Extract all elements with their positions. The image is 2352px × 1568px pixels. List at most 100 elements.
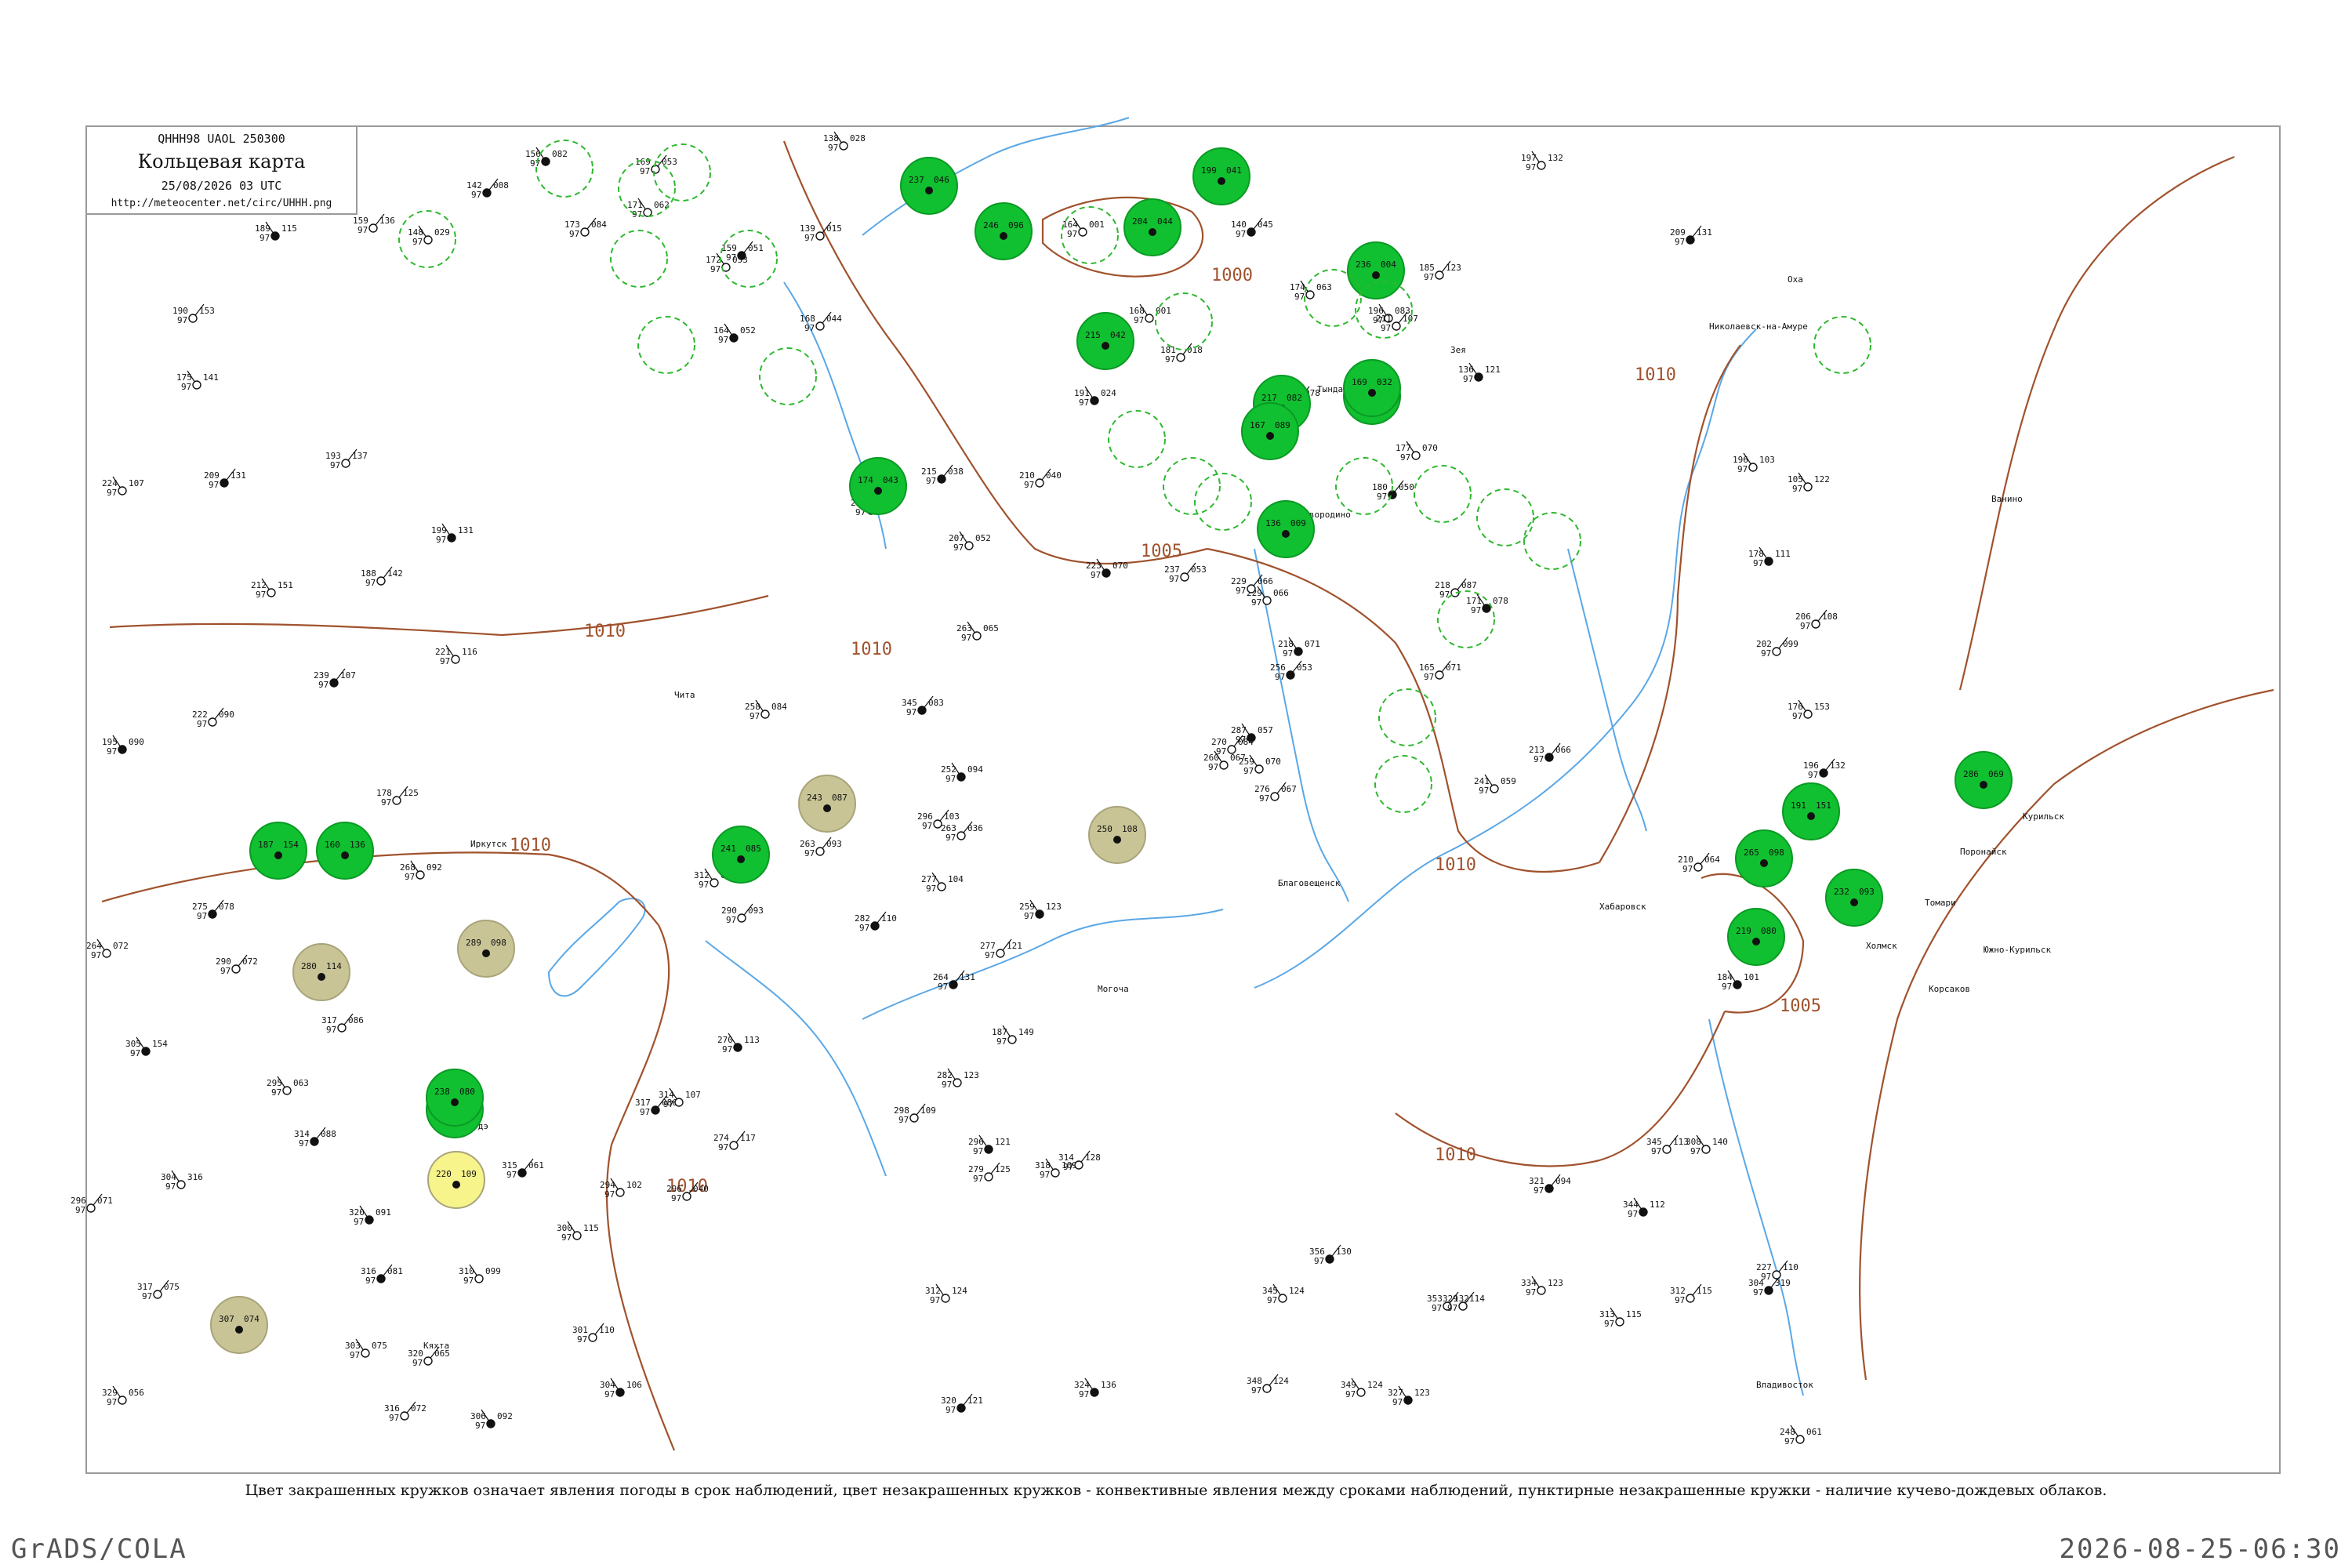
cloud-cover-symbol xyxy=(615,1188,625,1197)
cloud-cover-symbol xyxy=(118,745,127,754)
station-plot: 18597123 xyxy=(1419,260,1461,282)
cloud-cover-symbol xyxy=(452,1181,460,1189)
station-code: 97 xyxy=(1682,864,1693,874)
station-pressure: 117 xyxy=(740,1133,756,1143)
marker-pressure: 085 xyxy=(746,844,761,854)
cloud-cover-symbol xyxy=(1411,451,1421,460)
precip-marker: 215 042 xyxy=(1076,312,1134,370)
river-ussuri xyxy=(1708,1018,1804,1396)
haze-marker: 280 114 xyxy=(292,943,350,1001)
cloud-cover-symbol xyxy=(208,909,217,919)
cloud-cover-symbol xyxy=(341,459,350,468)
precip-marker: 199 041 xyxy=(1192,147,1250,205)
cloud-cover-symbol xyxy=(1247,227,1256,237)
station-pressure: 123 xyxy=(964,1070,979,1080)
station-pressure: 093 xyxy=(826,839,842,849)
station-pressure: 149 xyxy=(1018,1027,1034,1037)
station-pressure: 103 xyxy=(1759,455,1775,465)
station-plot: 16597071 xyxy=(1419,660,1461,682)
cloud-cover-symbol xyxy=(1149,228,1156,236)
station-pressure: 140 xyxy=(1712,1137,1728,1147)
cloud-cover-symbol xyxy=(1748,463,1758,472)
station-code: 97 xyxy=(1134,315,1144,325)
station-code: 97 xyxy=(165,1181,176,1192)
station-name: Корсаков xyxy=(1929,984,1970,994)
station-code: 97 xyxy=(1792,711,1802,721)
station-plot: 29097072 xyxy=(216,954,258,976)
station-code: 97 xyxy=(197,911,207,921)
cloud-cover-symbol xyxy=(486,1419,495,1428)
station-code: 97 xyxy=(1447,1303,1457,1313)
cumulonimbus-circle xyxy=(1194,473,1252,531)
station-name: Благовещенск xyxy=(1278,878,1341,888)
precip-marker: 187 154 xyxy=(249,822,307,880)
station-code: 97 xyxy=(1479,786,1489,796)
station-code: 97 xyxy=(1722,982,1732,992)
station-pressure: 057 xyxy=(1258,725,1273,735)
cloud-cover-symbol xyxy=(1803,482,1813,492)
cloud-cover-symbol xyxy=(1490,784,1499,793)
station-code: 97 xyxy=(1753,558,1763,568)
cloud-cover-symbol xyxy=(1102,568,1111,578)
station-plot: 30397075 xyxy=(345,1338,387,1360)
cloud-cover-symbol xyxy=(220,478,229,488)
station-code: 97 xyxy=(440,656,450,666)
station-pressure: 087 xyxy=(1461,580,1477,590)
station-code: 97 xyxy=(722,1044,732,1054)
marker-temperature: 246 xyxy=(983,220,999,230)
station-code: 97 xyxy=(953,543,964,553)
station-plot: 27997125 xyxy=(968,1162,1011,1184)
station-plot: 31497088 xyxy=(294,1127,336,1149)
fog-marker: 220 109 xyxy=(427,1151,485,1209)
marker-pressure: 043 xyxy=(883,475,898,485)
cloud-cover-symbol xyxy=(274,851,282,859)
isobar-label: 1010 xyxy=(584,622,626,641)
station-pressure: 125 xyxy=(995,1164,1011,1174)
station-plot: 31797075 xyxy=(137,1279,180,1301)
station-code: 97 xyxy=(318,680,328,690)
cloud-cover-symbol xyxy=(1368,389,1376,397)
cloud-cover-symbol xyxy=(423,1356,433,1366)
cloud-cover-symbol xyxy=(1035,909,1044,919)
cloud-cover-symbol xyxy=(1701,1145,1711,1154)
cloud-cover-symbol xyxy=(909,1113,919,1123)
station-code: 97 xyxy=(412,1358,423,1368)
haze-circle xyxy=(1088,806,1146,864)
station-plot: 25297094 xyxy=(941,762,983,784)
station-pressure: 109 xyxy=(920,1105,936,1116)
station-code: 97 xyxy=(726,915,736,925)
station-plot: 30097115 xyxy=(557,1221,599,1243)
cloud-cover-symbol xyxy=(1764,557,1773,566)
station-code: 97 xyxy=(1471,605,1481,615)
station-pressure: 115 xyxy=(281,223,297,234)
cloud-cover-symbol xyxy=(1180,572,1189,582)
source-url[interactable]: http://meteocenter.net/circ/UHHH.png xyxy=(87,198,356,209)
station-code: 97 xyxy=(569,229,579,239)
station-code: 97 xyxy=(926,476,936,486)
station-code: 97 xyxy=(561,1232,572,1243)
cloud-cover-symbol xyxy=(416,870,425,880)
station-name: Южно-Курильск xyxy=(1984,945,2051,955)
cumulonimbus-circle xyxy=(653,143,711,201)
station-pressure: 072 xyxy=(411,1403,426,1414)
station-pressure: 108 xyxy=(1822,612,1838,622)
marker-temperature: 217 xyxy=(1261,393,1277,403)
station-pressure: 136 xyxy=(1101,1380,1116,1390)
station-code: 97 xyxy=(350,1350,360,1360)
station-pressure: 051 xyxy=(748,243,764,253)
cumulonimbus-circle xyxy=(1476,488,1534,546)
cloud-cover-symbol xyxy=(1639,1207,1648,1217)
cloud-cover-symbol xyxy=(984,1145,993,1154)
station-plot: 23997107 xyxy=(314,668,356,690)
precip-marker: 286 069 xyxy=(1955,751,2013,809)
station-pressure: 029 xyxy=(434,227,450,238)
cloud-cover-symbol xyxy=(188,314,198,323)
station-plot: 27797104 xyxy=(921,872,964,894)
station-pressure: 066 xyxy=(1555,745,1571,755)
station-code: 97 xyxy=(1079,397,1089,408)
station-code: 97 xyxy=(463,1276,474,1286)
station-plot: 28297110 xyxy=(855,911,897,933)
station-plot: 10597122 xyxy=(1788,472,1830,494)
station-code: 97 xyxy=(1784,1436,1795,1446)
haze-circle xyxy=(798,775,856,833)
